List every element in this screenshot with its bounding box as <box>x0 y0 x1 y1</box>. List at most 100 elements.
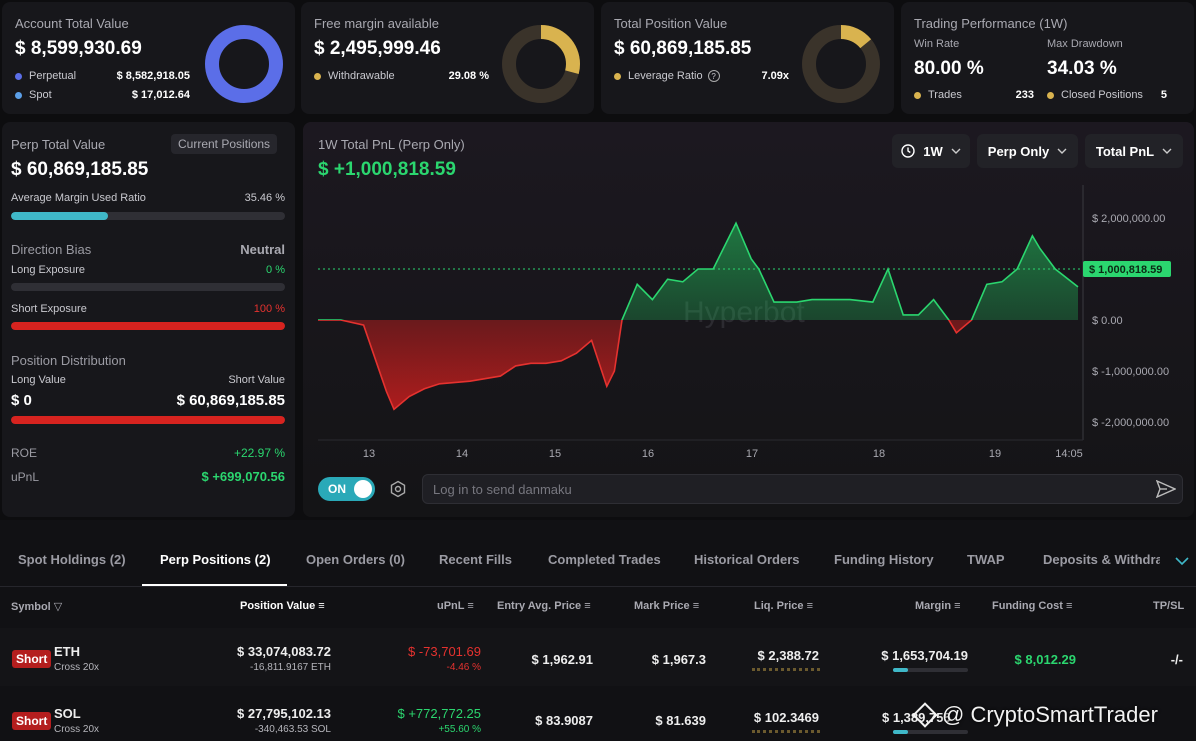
trades-label: Trades <box>928 89 962 101</box>
tab-funding-history[interactable]: Funding History <box>834 552 934 567</box>
col-entry-price-label: Entry Avg. Price <box>497 600 582 612</box>
margin-usage-fill <box>893 668 908 672</box>
scope-value: Perp Only <box>987 143 1050 159</box>
leverage-label: Leverage Ratio <box>628 70 703 82</box>
current-positions-tag[interactable]: Current Positions <box>171 134 278 154</box>
tab-perp-positions[interactable]: Perp Positions (2) <box>160 552 271 567</box>
distribution-labels-row: Long Value Short Value <box>11 374 285 386</box>
perpetual-dot <box>15 72 22 80</box>
row-position-value: $ 27,795,102.13 <box>237 706 331 721</box>
chevron-down-icon[interactable] <box>1175 557 1189 566</box>
tab-open-orders[interactable]: Open Orders (0) <box>306 552 405 567</box>
metric-dropdown[interactable]: Total PnL <box>1085 134 1183 168</box>
short-value: $ 60,869,185.85 <box>176 392 285 409</box>
col-mark-price-label: Mark Price <box>634 600 690 612</box>
send-icon[interactable] <box>1156 480 1176 498</box>
x-tick-label: 17 <box>746 448 758 460</box>
free-margin-value: $ 2,495,999.46 <box>314 38 441 59</box>
long-exposure-value: 0 % <box>266 264 285 276</box>
distribution-values-row: $ 0 $ 60,869,185.85 <box>11 392 285 409</box>
danmaku-toggle[interactable]: ON <box>318 477 375 501</box>
row-liq-price: $ 102.3469 <box>753 710 819 725</box>
col-mark-price[interactable]: Mark Price ≡ <box>634 600 699 612</box>
col-margin[interactable]: Margin ≡ <box>915 600 961 612</box>
period-dropdown[interactable]: 1W <box>892 134 970 168</box>
row-size: -340,463.53 SOL <box>254 724 331 735</box>
roe-label: ROE <box>11 446 38 460</box>
perp-total-title: Perp Total Value <box>11 137 106 152</box>
cryptosmarttrader-watermark: @ CryptoSmartTrader <box>912 702 1158 728</box>
col-funding-cost[interactable]: Funding Cost ≡ <box>992 600 1072 612</box>
sort-icon[interactable]: ≡ <box>1066 600 1072 612</box>
total-position-title: Total Position Value <box>614 16 728 31</box>
col-liq-price-label: Liq. Price <box>754 600 804 612</box>
margin-ratio-bar <box>11 212 285 220</box>
account-donut <box>205 25 283 103</box>
sort-icon[interactable]: ≡ <box>318 600 324 612</box>
tab-spot-holdings[interactable]: Spot Holdings (2) <box>18 552 126 567</box>
long-value: $ 0 <box>11 392 32 409</box>
row-mode: Cross 20x <box>54 662 100 673</box>
free-margin-card: Free margin available $ 2,495,999.46 Wit… <box>301 2 594 114</box>
col-entry-price[interactable]: Entry Avg. Price ≡ <box>497 600 591 612</box>
total-position-card: Total Position Value $ 60,869,185.85 Lev… <box>601 2 894 114</box>
trading-performance-card: Trading Performance (1W) Win Rate 80.00 … <box>901 2 1194 114</box>
tab-historical-orders[interactable]: Historical Orders <box>694 552 800 567</box>
filter-icon[interactable]: ▽ <box>54 601 62 613</box>
spot-dot <box>15 91 22 99</box>
tab-twap[interactable]: TWAP <box>967 552 1005 567</box>
row-upnl-pct: -4.46 % <box>446 662 481 673</box>
row-mode: Cross 20x <box>54 724 100 735</box>
perpetual-value: $ 8,582,918.05 <box>116 70 190 82</box>
row-funding-cost: $ 8,012.29 <box>1014 652 1076 667</box>
row-symbol[interactable]: ETH <box>54 644 80 659</box>
col-symbol-label: Symbol <box>11 601 51 613</box>
leverage-value: 7.09x <box>761 70 789 82</box>
tab-completed-trades[interactable]: Completed Trades <box>548 552 661 567</box>
settings-icon[interactable] <box>389 480 407 498</box>
short-exposure-row: Short Exposure 100 % <box>11 303 285 315</box>
row-size: -16,811.9167 ETH <box>250 662 331 673</box>
col-position-value[interactable]: Position Value ≡ <box>240 600 325 612</box>
row-tpsl[interactable]: -/- <box>1171 652 1183 667</box>
col-upnl[interactable]: uPnL ≡ <box>437 600 474 612</box>
col-margin-label: Margin <box>915 600 952 612</box>
x-tick-label: 13 <box>363 448 375 460</box>
help-icon[interactable]: ? <box>707 70 720 82</box>
position-distribution-label: Position Distribution <box>11 353 126 368</box>
tab-recent-fills[interactable]: Recent Fills <box>439 552 512 567</box>
chevron-down-icon <box>1162 148 1172 154</box>
margin-ratio-fill <box>11 212 109 220</box>
sort-icon[interactable]: ≡ <box>807 600 813 612</box>
perpetual-label: Perpetual <box>29 70 77 82</box>
sort-icon[interactable]: ≡ <box>693 600 699 612</box>
x-tick-label: 15 <box>549 448 561 460</box>
account-total-value: $ 8,599,930.69 <box>15 38 142 59</box>
closed-value: 5 <box>1160 89 1167 101</box>
scope-dropdown[interactable]: Perp Only <box>977 134 1078 168</box>
leverage-dot <box>614 72 621 80</box>
spot-row: Spot $ 17,012.64 <box>15 89 190 101</box>
sort-icon[interactable]: ≡ <box>954 600 960 612</box>
leverage-row: Leverage Ratio? 7.09x <box>614 70 789 82</box>
distribution-fill <box>11 416 285 424</box>
col-symbol[interactable]: Symbol ▽ <box>11 600 62 613</box>
row-symbol[interactable]: SOL <box>54 706 81 721</box>
direction-bias-row: Direction Bias Neutral <box>11 242 285 257</box>
y-tick-label: $ 0.00 <box>1092 315 1123 327</box>
margin-ratio-label: Average Margin Used Ratio <box>11 192 146 204</box>
margin-ratio-value: 35.46 % <box>244 192 285 204</box>
long-exposure-row: Long Exposure 0 % <box>11 264 285 276</box>
sort-icon[interactable]: ≡ <box>584 600 590 612</box>
current-value-badge-label: $ 1,000,818.59 <box>1089 264 1162 276</box>
row-liq-price: $ 2,388.72 <box>757 648 819 663</box>
account-total-title: Account Total Value <box>15 16 129 31</box>
tab-deposits-withdraw[interactable]: Deposits & Withdraw <box>1043 552 1160 567</box>
perp-total-value: $ 60,869,185.85 <box>11 159 149 180</box>
sort-icon[interactable]: ≡ <box>467 600 473 612</box>
danmaku-toggle-label: ON <box>328 482 346 496</box>
short-exposure-label: Short Exposure <box>11 303 87 315</box>
danmaku-input[interactable]: Log in to send danmaku <box>422 474 1183 504</box>
short-exposure-value: 100 % <box>253 303 285 315</box>
col-liq-price[interactable]: Liq. Price ≡ <box>754 600 813 612</box>
